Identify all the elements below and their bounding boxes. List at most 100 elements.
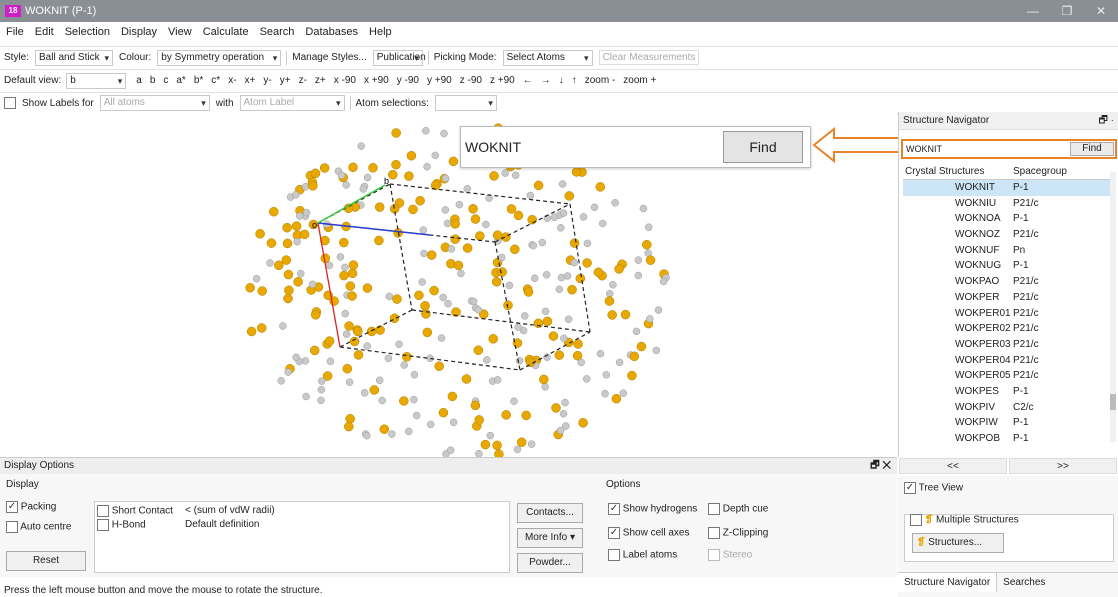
reset-button[interactable]: Reset — [6, 551, 86, 571]
structure-row[interactable]: WOKPER05 P21/c — [903, 368, 1113, 384]
clear-measurements-button[interactable]: Clear Measurements — [598, 50, 700, 65]
view-y-plus-button[interactable]: y+ — [280, 75, 291, 86]
show-hydrogens-checkbox[interactable]: ✓ — [608, 503, 620, 515]
view-b-button[interactable]: b — [150, 75, 156, 86]
spacegroup-header[interactable]: Spacegroup — [1013, 164, 1067, 179]
rotate-z-plus-button[interactable]: z +90 — [490, 75, 515, 86]
menu-edit[interactable]: Edit — [35, 26, 54, 38]
title-bar: 18 WOKNIT (P-1) — ❐ ✕ — [0, 0, 1118, 22]
rotate-x-plus-button[interactable]: x +90 — [364, 75, 389, 86]
colour-select[interactable]: by Symmetry operation — [157, 49, 282, 66]
structure-row[interactable]: WOKNIU P21/c — [903, 196, 1113, 212]
publication-select[interactable]: Publication — [372, 49, 426, 66]
depth-cue-checkbox[interactable] — [708, 503, 720, 515]
structure-row[interactable]: WOKNUG P-1 — [903, 258, 1113, 274]
picking-mode-select[interactable]: Select Atoms — [502, 49, 593, 66]
view-c-button[interactable]: c — [163, 75, 168, 86]
rotate-z-minus-button[interactable]: z -90 — [460, 75, 482, 86]
pan-right-button[interactable]: → — [541, 75, 551, 86]
menu-calculate[interactable]: Calculate — [203, 26, 249, 38]
minimize-button[interactable]: — — [1016, 0, 1050, 22]
show-cell-axes-checkbox[interactable]: ✓ — [608, 527, 620, 539]
show-labels-checkbox[interactable] — [4, 97, 16, 109]
rotate-x-minus-button[interactable]: x -90 — [334, 75, 356, 86]
tab-searches[interactable]: Searches — [997, 573, 1051, 592]
tree-view-checkbox[interactable]: ✓ — [904, 482, 916, 494]
sulfur-atom — [348, 260, 359, 270]
z-clipping-checkbox[interactable] — [708, 527, 720, 539]
structure-row[interactable]: WOKPER04 P21/c — [903, 353, 1113, 369]
menu-view[interactable]: View — [168, 26, 192, 38]
atom-selections-select[interactable] — [434, 95, 497, 111]
structure-row[interactable]: WOKNUF Pn — [903, 243, 1113, 259]
stereo-checkbox[interactable] — [708, 549, 720, 561]
sulfur-atom — [408, 204, 418, 215]
sulfur-atom — [308, 181, 318, 191]
close-button[interactable]: ✕ — [1084, 0, 1118, 22]
view-x-minus-button[interactable]: x- — [228, 75, 236, 86]
style-select[interactable]: Ball and Stick — [35, 49, 114, 66]
sulfur-atom — [266, 238, 277, 248]
tab-structure-navigator[interactable]: Structure Navigator — [898, 573, 998, 592]
structure-row[interactable]: WOKPER02 P21/c — [903, 321, 1113, 337]
label-type-select[interactable]: Atom Label — [239, 95, 345, 111]
menu-selection[interactable]: Selection — [65, 26, 110, 38]
zoom-out-button[interactable]: zoom - — [585, 75, 616, 86]
powder-button[interactable]: Powder... — [517, 553, 583, 573]
list-scrollbar[interactable] — [1110, 172, 1116, 442]
label-atoms-checkbox[interactable] — [608, 549, 620, 561]
view-a-button[interactable]: a — [136, 75, 142, 86]
structure-row[interactable]: WOKPOB P-1 — [903, 431, 1113, 447]
short-contact-checkbox[interactable] — [97, 505, 109, 517]
view-y-minus-button[interactable]: y- — [263, 75, 271, 86]
structure-list: Crystal Structures Spacegroup WOKNIT P-1 W… — [903, 164, 1113, 454]
manage-styles-button[interactable]: Manage Styles... — [292, 52, 366, 63]
menu-display[interactable]: Display — [121, 26, 157, 38]
contacts-button[interactable]: Contacts... — [517, 503, 583, 523]
structure-row[interactable]: WOKNOA P-1 — [903, 211, 1113, 227]
restore-button[interactable]: ❐ — [1050, 0, 1084, 22]
structure-row[interactable]: WOKPES P-1 — [903, 384, 1113, 400]
prev-page-button[interactable]: << — [899, 458, 1007, 474]
view-c-star-button[interactable]: c* — [211, 75, 220, 86]
structure-row[interactable]: WOKNOZ P21/c — [903, 227, 1113, 243]
crystal-structures-header[interactable]: Crystal Structures — [903, 164, 1013, 179]
structure-row[interactable]: WOKPER P21/c — [903, 290, 1113, 306]
view-b-star-button[interactable]: b* — [194, 75, 203, 86]
structures-button[interactable]: ❡ Structures... — [912, 533, 1004, 553]
pan-up-button[interactable]: ↑ — [572, 75, 577, 86]
view-a-star-button[interactable]: a* — [176, 75, 185, 86]
structure-row[interactable]: WOKPIW P-1 — [903, 415, 1113, 431]
panel-pin-close-icon[interactable]: 🗗 ✕ — [870, 458, 891, 474]
menu-search[interactable]: Search — [260, 26, 295, 38]
structure-row[interactable]: WOKPER01 P21/c — [903, 306, 1113, 322]
structure-row[interactable]: WOKPIV C2/c — [903, 400, 1113, 416]
short-contact-definition: < (sum of vdW radii) — [185, 505, 275, 516]
packing-checkbox[interactable]: ✓ — [6, 501, 18, 513]
structure-row[interactable]: WOKNIT P-1 — [903, 180, 1113, 196]
hbond-checkbox[interactable] — [97, 519, 109, 531]
labels-for-select[interactable]: All atoms — [99, 95, 210, 111]
multiple-structures-checkbox[interactable] — [910, 514, 922, 526]
menu-databases[interactable]: Databases — [305, 26, 358, 38]
more-info-button[interactable]: More Info ▾ — [517, 528, 583, 548]
view-z-minus-button[interactable]: z- — [299, 75, 307, 86]
pan-left-button[interactable]: ← — [523, 75, 533, 86]
navigator-find-button[interactable]: Find — [1070, 142, 1114, 156]
auto-centre-checkbox[interactable] — [6, 521, 18, 533]
rotate-y-minus-button[interactable]: y -90 — [397, 75, 419, 86]
menu-help[interactable]: Help — [369, 26, 392, 38]
carbon-atom — [501, 169, 509, 177]
pan-down-button[interactable]: ↓ — [559, 75, 564, 86]
navigator-search-input[interactable]: WOKNIT — [906, 144, 942, 154]
menu-file[interactable]: File — [6, 26, 24, 38]
default-view-select[interactable]: b — [66, 72, 127, 89]
view-z-plus-button[interactable]: z+ — [315, 75, 326, 86]
navigator-pin-icon[interactable]: 🗗 · — [1099, 112, 1115, 130]
structure-row[interactable]: WOKPAO P21/c — [903, 274, 1113, 290]
zoom-in-button[interactable]: zoom + — [623, 75, 656, 86]
rotate-y-plus-button[interactable]: y +90 — [427, 75, 452, 86]
next-page-button[interactable]: >> — [1009, 458, 1117, 474]
structure-row[interactable]: WOKPER03 P21/c — [903, 337, 1113, 353]
view-x-plus-button[interactable]: x+ — [245, 75, 256, 86]
